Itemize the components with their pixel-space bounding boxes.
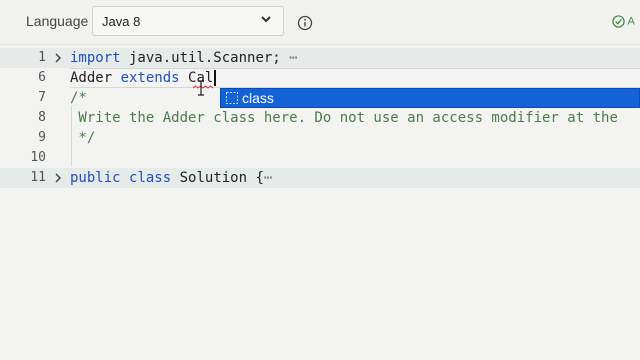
code-line[interactable]: 9 */	[0, 128, 640, 148]
code-line[interactable]: 10	[0, 148, 640, 168]
keyword-token: class	[129, 170, 172, 186]
language-select-value: Java 8	[102, 14, 141, 29]
code-line[interactable]: 1 import java.util.Scanner; ⋯	[0, 48, 640, 68]
text-cursor-icon	[198, 80, 204, 96]
toolbar-divider	[0, 44, 640, 45]
fold-expand-icon[interactable]	[53, 168, 63, 188]
keyword-icon	[226, 92, 238, 104]
line-number: 8	[38, 110, 46, 125]
code-token: Solution {	[171, 170, 264, 186]
autocomplete-suggestion[interactable]: class	[220, 88, 640, 108]
line-number: 11	[30, 170, 46, 185]
editor-toolbar: Language Java 8 A	[0, 0, 640, 44]
check-circle-icon	[612, 15, 625, 28]
status-text: A	[627, 15, 635, 28]
code-text: import java.util.Scanner; ⋯	[70, 48, 298, 68]
info-icon[interactable]	[297, 15, 313, 31]
keyword-token: import	[70, 50, 121, 66]
keyword-token: public	[70, 170, 121, 186]
comment-text: */	[70, 130, 96, 146]
code-token: java.util.Scanner;	[120, 50, 281, 66]
line-number: 6	[38, 70, 46, 85]
code-text: public class Solution {⋯	[70, 168, 272, 188]
line-number: 9	[38, 130, 46, 145]
comment-text: Write the Adder class here. Do not use a…	[70, 110, 618, 126]
line-number: 1	[38, 50, 46, 65]
code-line[interactable]: 8 Write the Adder class here. Do not use…	[0, 108, 640, 128]
text-caret	[214, 70, 216, 86]
line-number: 7	[38, 90, 46, 105]
suggestion-label: class	[242, 90, 274, 106]
code-token: Adder	[70, 70, 121, 86]
comment-text: /*	[70, 90, 87, 106]
folded-ellipsis[interactable]: ⋯	[264, 170, 272, 186]
status-indicator: A	[612, 15, 640, 31]
code-line[interactable]: 6 Adder extends Cal	[0, 68, 640, 88]
language-select[interactable]: Java 8	[92, 6, 284, 36]
line-number: 10	[30, 150, 46, 165]
fold-expand-icon[interactable]	[53, 48, 63, 68]
keyword-token: extends	[120, 70, 180, 86]
language-label: Language	[26, 13, 89, 29]
chevron-down-icon	[261, 16, 271, 23]
folded-ellipsis[interactable]: ⋯	[289, 50, 297, 66]
code-line[interactable]: 11 public class Solution {⋯	[0, 168, 640, 188]
